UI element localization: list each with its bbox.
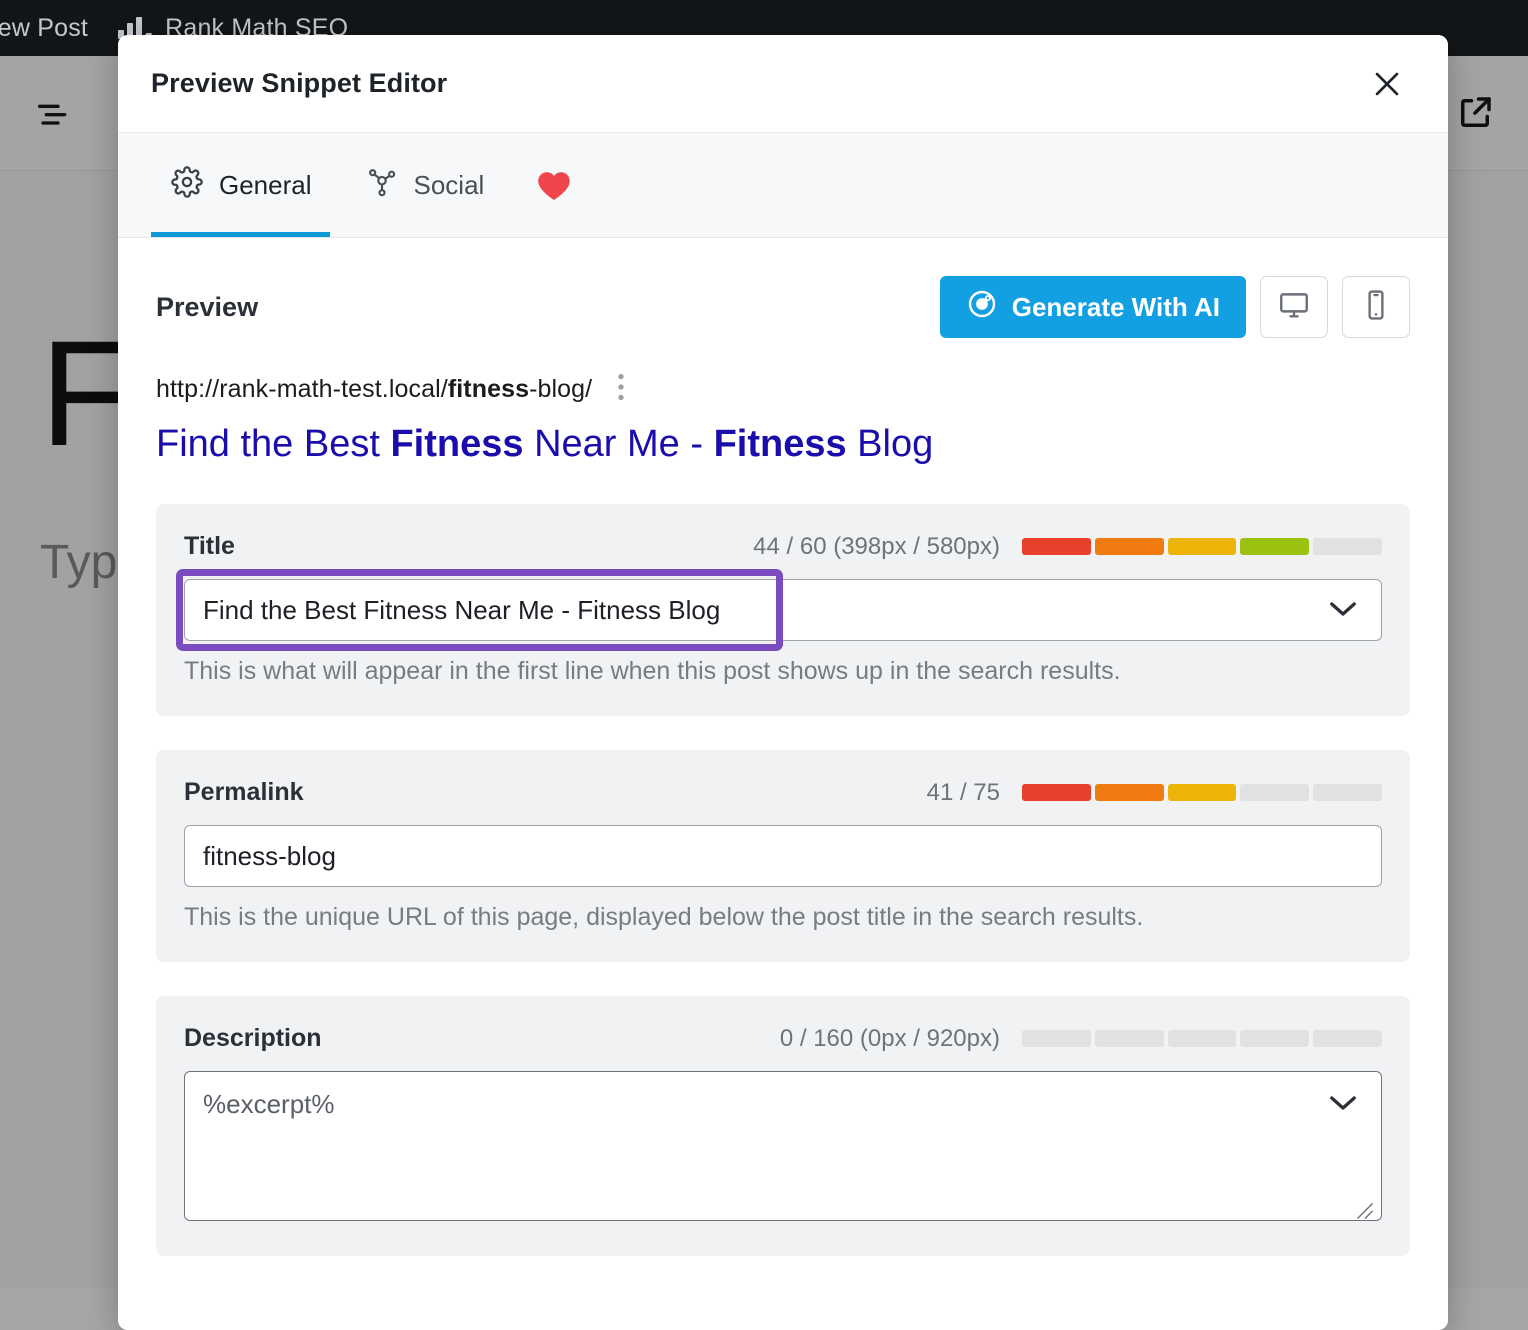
modal-header: Preview Snippet Editor [118,35,1448,133]
textarea-resize-grip[interactable] [1356,1202,1374,1220]
serp-url-suffix: -blog/ [529,375,592,403]
progress-segment [1240,1030,1309,1047]
title-progress-bar [1022,538,1382,555]
permalink-field-help: This is the unique URL of this page, dis… [184,903,1382,932]
progress-segment [1095,1030,1164,1047]
tab-social[interactable]: Social [346,133,519,237]
permalink-field-meta: 41 / 75 [927,779,1382,807]
tab-general[interactable]: General [151,133,346,237]
serp-title-part-1: Find the Best [156,423,390,465]
mobile-preview-button[interactable] [1342,276,1410,338]
serp-title-part-5: Blog [847,423,934,465]
serp-preview: http://rank-math-test.local/fitness-blog… [156,338,1410,470]
preview-snippet-editor-modal: Preview Snippet Editor General [118,35,1448,1330]
serp-url-keyword: fitness [448,375,529,403]
progress-segment [1313,784,1382,801]
gear-icon [171,166,203,205]
close-icon[interactable] [1360,57,1414,111]
serp-title-link[interactable]: Find the Best Fitness Near Me - Fitness … [156,419,1410,470]
progress-segment [1022,784,1091,801]
modal-body: Preview Generate With AI [118,238,1448,1330]
title-input[interactable] [184,579,1382,641]
serp-title-part-2: Fitness [390,423,523,465]
description-input-wrap [184,1071,1382,1226]
progress-segment [1095,784,1164,801]
description-field-label: Description [184,1024,322,1053]
progress-segment [1095,538,1164,555]
description-field-card: Description 0 / 160 (0px / 920px) [156,996,1410,1256]
permalink-input-wrap [184,825,1382,887]
tab-social-label: Social [414,170,485,201]
progress-segment [1168,784,1237,801]
serp-title-part-3: Near Me - [524,423,714,465]
title-field-meta: 44 / 60 (398px / 580px) [753,533,1382,561]
mobile-icon [1359,288,1393,327]
title-field-card: Title 44 / 60 (398px / 580px) This is wh… [156,504,1410,716]
permalink-counter: 41 / 75 [927,779,1000,807]
share-nodes-icon [366,166,398,205]
permalink-field-card: Permalink 41 / 75 This is the unique URL… [156,750,1410,962]
title-input-wrap [184,579,1382,641]
tab-general-label: General [219,170,312,201]
permalink-progress-bar [1022,784,1382,801]
ai-circle-icon [966,288,998,327]
preview-actions: Generate With AI [940,276,1410,338]
description-progress-bar [1022,1030,1382,1047]
progress-segment [1168,538,1237,555]
desktop-preview-button[interactable] [1260,276,1328,338]
progress-segment [1240,784,1309,801]
progress-segment [1168,1030,1237,1047]
description-field-meta: 0 / 160 (0px / 920px) [780,1025,1382,1053]
title-counter: 44 / 60 (398px / 580px) [753,533,1000,561]
desktop-icon [1277,288,1311,327]
title-field-label: Title [184,532,235,561]
permalink-input[interactable] [184,825,1382,887]
progress-segment [1022,1030,1091,1047]
generate-with-ai-button[interactable]: Generate With AI [940,276,1246,338]
generate-with-ai-label: Generate With AI [1012,292,1220,323]
title-field-help: This is what will appear in the first li… [184,657,1382,686]
description-textarea[interactable] [184,1071,1382,1221]
serp-url-row: http://rank-math-test.local/fitness-blog… [156,372,1410,407]
progress-segment [1313,1030,1382,1047]
serp-url: http://rank-math-test.local/fitness-blog… [156,375,592,404]
heart-icon[interactable] [518,133,590,237]
permalink-field-header: Permalink 41 / 75 [184,778,1382,807]
description-counter: 0 / 160 (0px / 920px) [780,1025,1000,1053]
serp-url-prefix: http://rank-math-test.local/ [156,375,448,403]
progress-segment [1240,538,1309,555]
permalink-field-label: Permalink [184,778,304,807]
modal-tab-bar: General Social [118,133,1448,238]
preview-label: Preview [156,292,258,323]
preview-header-row: Preview Generate With AI [156,238,1410,338]
description-field-header: Description 0 / 160 (0px / 920px) [184,1024,1382,1053]
title-field-header: Title 44 / 60 (398px / 580px) [184,532,1382,561]
progress-segment [1313,538,1382,555]
modal-title: Preview Snippet Editor [151,68,447,99]
kebab-menu-icon[interactable] [610,372,632,407]
serp-title-part-4: Fitness [714,423,847,465]
progress-segment [1022,538,1091,555]
